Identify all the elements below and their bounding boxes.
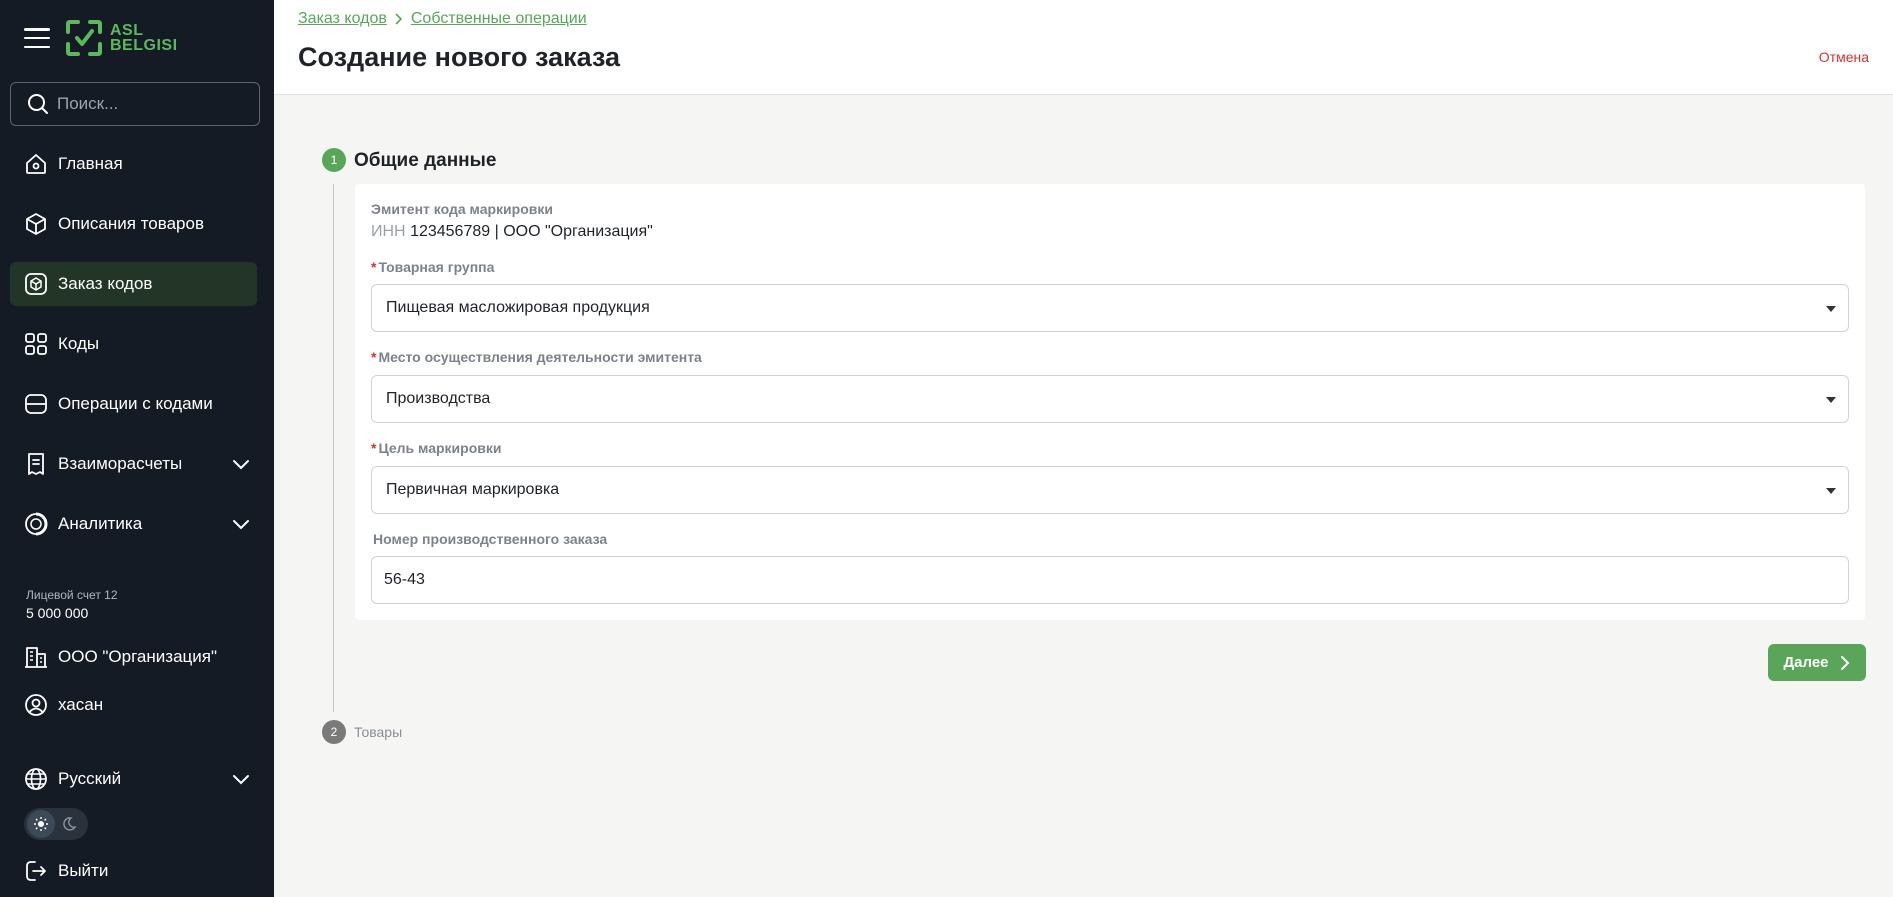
sun-icon (34, 817, 48, 831)
globe-icon (24, 767, 48, 791)
page-header: Заказ кодов Собственные операции Создани… (274, 0, 1893, 95)
step-number: 2 (322, 720, 346, 744)
moon-icon (63, 817, 77, 831)
chevron-right-icon (1840, 655, 1849, 670)
general-data-form: Эмитент кода маркировки ИНН 123456789 | … (355, 184, 1865, 620)
code-order-icon (24, 272, 48, 296)
receipt-icon (24, 452, 48, 476)
qr-icon (24, 332, 48, 356)
home-icon (24, 152, 48, 176)
caret-down-icon (1826, 397, 1836, 403)
activity-place-select[interactable]: Производства (371, 375, 1849, 423)
caret-down-icon (1826, 488, 1836, 494)
chevron-down-icon (233, 460, 249, 470)
chevron-right-icon (395, 13, 403, 25)
sidebar-item-settlements[interactable]: Взаиморасчеты (10, 442, 257, 486)
product-group-label: * Товарная группа (371, 259, 495, 275)
account-label: Лицевой счет 12 (26, 588, 118, 602)
required-marker: * (371, 349, 377, 365)
search-input[interactable] (57, 94, 247, 114)
sidebar-top: ASL BELGISI (24, 16, 178, 60)
breadcrumb-own-operations[interactable]: Собственные операции (411, 10, 587, 28)
logout-label: Выйти (58, 861, 109, 880)
next-button-label: Далее (1783, 654, 1829, 671)
sidebar-item-label: Операции с кодами (58, 394, 213, 413)
breadcrumb: Заказ кодов Собственные операции (298, 10, 587, 28)
activity-place-label: * Место осуществления деятельности эмитен… (371, 349, 702, 365)
sidebar-item-code-operations[interactable]: Операции с кодами (10, 382, 257, 426)
operations-icon (24, 392, 48, 416)
logo[interactable]: ASL BELGISI (64, 18, 178, 58)
language-selector[interactable]: Русский (10, 757, 257, 801)
step-connector (333, 184, 334, 712)
required-marker: * (371, 440, 377, 456)
theme-toggle (24, 808, 88, 840)
emitter-details: 123456789 | ООО "Организация" (410, 223, 653, 240)
chevron-down-icon (233, 520, 249, 530)
emitter-value: ИНН 123456789 | ООО "Организация" (371, 223, 653, 241)
cancel-button[interactable]: Отмена (1819, 49, 1869, 65)
language-label: Русский (58, 769, 122, 788)
sidebar-item-label: Заказ кодов (58, 274, 153, 293)
user-icon (24, 693, 48, 717)
logo-icon (66, 20, 102, 56)
sidebar-item-label: Описания товаров (58, 214, 204, 233)
building-icon (24, 645, 48, 669)
product-group-value: Пищевая масложировая продукция (386, 299, 650, 316)
organization-name: ООО "Организация" (58, 647, 217, 666)
account-balance: 5 000 000 (26, 605, 89, 621)
breadcrumb-code-order[interactable]: Заказ кодов (298, 10, 387, 28)
logo-text: ASL BELGISI (110, 22, 178, 54)
marking-goal-select[interactable]: Первичная маркировка (371, 466, 1849, 514)
analytics-icon (24, 512, 48, 536)
sidebar-item-label: Взаиморасчеты (58, 454, 183, 473)
inn-prefix: ИНН (371, 223, 406, 240)
production-order-input[interactable] (371, 556, 1849, 604)
sidebar-item-home[interactable]: Главная (10, 142, 257, 186)
marking-goal-value: Первичная маркировка (386, 481, 560, 498)
sidebar-item-product-descriptions[interactable]: Описания товаров (10, 202, 257, 246)
step-title-goods[interactable]: Товары (354, 724, 402, 740)
marking-goal-label: * Цель маркировки (371, 440, 502, 456)
menu-icon[interactable] (24, 28, 50, 48)
production-order-label: Номер производственного заказа (373, 531, 608, 547)
sidebar-item-organization[interactable]: ООО "Организация" (10, 635, 257, 679)
product-group-select[interactable]: Пищевая масложировая продукция (371, 284, 1849, 332)
sidebar-item-codes[interactable]: Коды (10, 322, 257, 366)
sidebar-item-label: Коды (58, 334, 100, 353)
logout-icon (24, 859, 48, 883)
next-button[interactable]: Далее (1768, 644, 1866, 681)
step-number: 1 (322, 148, 346, 172)
search-icon (28, 94, 48, 114)
sidebar-item-label: Главная (58, 154, 123, 173)
emitter-label: Эмитент кода маркировки (371, 201, 553, 217)
sidebar: ASL BELGISI Главная Описания товаров Зак… (0, 0, 274, 897)
chevron-down-icon (233, 775, 249, 785)
required-marker: * (371, 259, 377, 275)
sidebar-item-user[interactable]: хасан (10, 683, 257, 727)
box-icon (24, 212, 48, 236)
step-title-general: Общие данные (354, 150, 497, 171)
sidebar-item-label: Аналитика (58, 514, 143, 533)
sidebar-item-analytics[interactable]: Аналитика (10, 502, 257, 546)
activity-place-value: Производства (386, 390, 491, 407)
logout-button[interactable]: Выйти (10, 849, 257, 893)
caret-down-icon (1826, 306, 1836, 312)
user-name: хасан (58, 695, 104, 714)
search-box (10, 82, 260, 126)
light-theme-button[interactable] (27, 810, 55, 838)
page-title: Создание нового заказа (298, 42, 621, 72)
sidebar-item-code-order[interactable]: Заказ кодов (10, 262, 257, 306)
dark-theme-button[interactable] (55, 810, 83, 838)
